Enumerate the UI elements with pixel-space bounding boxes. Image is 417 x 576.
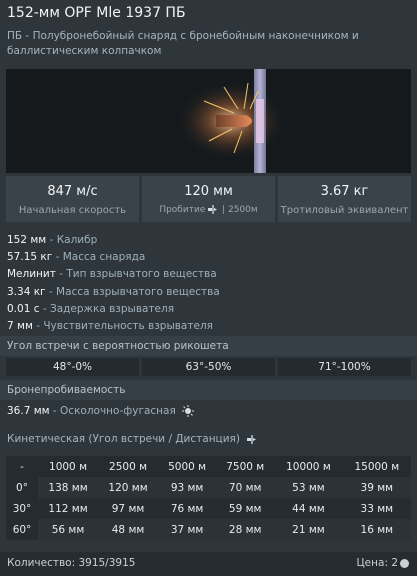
ricochet-heading: Угол встречи с вероятностью рикошета	[0, 336, 417, 356]
prop-label: - Тип взрывчатого вещества	[55, 268, 217, 281]
penetration-cell: 44 мм	[274, 498, 343, 519]
price-row: Цена: 2	[357, 552, 409, 574]
kinetic-heading-label: Кинетическая (Угол встречи / Дистанция)	[7, 433, 240, 445]
explosion-icon	[182, 405, 195, 417]
penetration-label-row: Пробитие | 2500м	[142, 205, 275, 215]
distance-header: 5000 м	[158, 456, 217, 477]
penetration-value: 120 мм	[184, 184, 233, 199]
armor-heading: Бронепробиваемость	[0, 380, 417, 400]
stat-velocity: 847 м/с Начальная скорость	[6, 176, 139, 222]
angle-cell: 60°	[6, 519, 38, 540]
penetration-cell: 48 мм	[98, 519, 159, 540]
he-penetration: 36.7 мм - Осколочно-фугасная	[7, 405, 195, 417]
prop-label: - Масса снаряда	[52, 251, 146, 264]
distance-header: 2500 м	[98, 456, 159, 477]
prop-value: 7 мм	[7, 320, 33, 333]
prop-row: 3.34 кг - Масса взрывчатого вещества	[7, 284, 407, 301]
distance-header: 7500 м	[216, 456, 275, 477]
shell-penetration-icon	[208, 205, 218, 214]
penetration-cell: 112 мм	[38, 498, 99, 519]
kinetic-heading: Кинетическая (Угол встречи / Дистанция)	[7, 433, 258, 445]
penetration-label: Пробитие	[159, 205, 206, 215]
shell-title: 152-мм OPF Mle 1937 ПБ	[7, 5, 186, 21]
penetration-cell: 39 мм	[342, 477, 411, 498]
prop-label: - Калибр	[46, 234, 98, 246]
penetration-cell: 70 мм	[216, 477, 275, 498]
he-value: 36.7 мм	[7, 405, 50, 417]
penetration-table: - 1000 м 2500 м 5000 м 7500 м 10000 м 15…	[6, 456, 411, 540]
table-row: 60° 56 мм 48 мм 37 мм 28 мм 21 мм 16 мм	[6, 519, 411, 540]
tnt-label: Тротиловый эквивалент	[280, 205, 409, 216]
prop-row: 7 мм - Чувствительность взрывателя	[7, 318, 407, 335]
penetration-cell: 28 мм	[216, 519, 275, 540]
main-stats: 847 м/с Начальная скорость 120 мм Пробит…	[6, 176, 411, 222]
prop-label: - Масса взрывчатого вещества	[45, 285, 220, 298]
shell-info-card: 152-мм OPF Mle 1937 ПБ ПБ - Полубронебой…	[0, 0, 417, 576]
prop-row: 57.15 кг - Масса снаряда	[7, 249, 407, 266]
velocity-label: Начальная скорость	[18, 205, 127, 216]
price-text: Цена: 2	[356, 557, 398, 569]
prop-label: - Задержка взрывателя	[39, 302, 175, 315]
angle-cell: 30°	[6, 498, 38, 519]
table-row: 30° 112 мм 97 мм 76 мм 59 мм 44 мм 33 мм	[6, 498, 411, 519]
ricochet-values: 48°-0% 63°-50% 71°-100%	[6, 358, 411, 376]
prop-label: - Чувствительность взрывателя	[32, 320, 213, 333]
ricochet-value: 71°-100%	[278, 358, 411, 376]
table-row: 0° 138 мм 120 мм 93 мм 70 мм 53 мм 39 мм	[6, 477, 411, 498]
shell-properties: 152 мм - Калибр 57.15 кг - Масса снаряда…	[7, 232, 407, 335]
table-corner: -	[6, 456, 38, 477]
penetration-cell: 37 мм	[158, 519, 217, 540]
penetration-cell: 97 мм	[98, 498, 159, 519]
he-label: - Осколочно-фугасная	[49, 405, 176, 417]
distance-header: 15000 м	[342, 456, 411, 477]
penetration-cell: 59 мм	[216, 498, 275, 519]
tnt-value: 3.67 кг	[320, 184, 369, 199]
angle-cell: 0°	[6, 477, 38, 498]
ricochet-value: 63°-50%	[142, 358, 275, 376]
shell-description: ПБ - Полубронебойный снаряд с бронебойны…	[7, 30, 359, 57]
stat-tnt: 3.67 кг Тротиловый эквивалент	[278, 176, 411, 222]
stat-penetration: 120 мм Пробитие | 2500м	[142, 176, 275, 222]
penetration-cell: 138 мм	[38, 477, 99, 498]
prop-row: Мелинит - Тип взрывчатого вещества	[7, 266, 407, 283]
prop-value: 57.15 кг	[7, 251, 53, 264]
penetration-cell: 93 мм	[158, 477, 217, 498]
prop-value: Мелинит	[7, 268, 56, 281]
penetration-cell: 21 мм	[274, 519, 343, 540]
penetration-cell: 76 мм	[158, 498, 217, 519]
prop-row: 152 мм - Калибр	[7, 232, 407, 249]
penetration-cell: 33 мм	[342, 498, 411, 519]
prop-row: 0.01 с - Задержка взрывателя	[7, 301, 407, 318]
prop-value: 0.01 с	[7, 302, 40, 315]
footer-bar: Количество: 3915/3915 Цена: 2	[0, 552, 417, 576]
penetration-cell: 53 мм	[274, 477, 343, 498]
prop-value: 152 мм	[7, 234, 47, 246]
shell-penetration-icon	[247, 434, 257, 444]
penetration-cell: 120 мм	[98, 477, 159, 498]
penetration-cell: 56 мм	[38, 519, 99, 540]
penetration-distance: | 2500м	[222, 205, 258, 215]
quantity-text: Количество: 3915/3915	[7, 557, 136, 569]
table-header-row: - 1000 м 2500 м 5000 м 7500 м 10000 м 15…	[6, 456, 411, 477]
coin-icon	[400, 558, 409, 568]
distance-header: 10000 м	[274, 456, 343, 477]
shell-impact-preview	[6, 69, 411, 173]
distance-header: 1000 м	[38, 456, 99, 477]
prop-value: 3.34 кг	[7, 285, 46, 298]
penetration-cell: 16 мм	[342, 519, 411, 540]
ricochet-value: 48°-0%	[6, 358, 139, 376]
velocity-value: 847 м/с	[47, 184, 98, 199]
